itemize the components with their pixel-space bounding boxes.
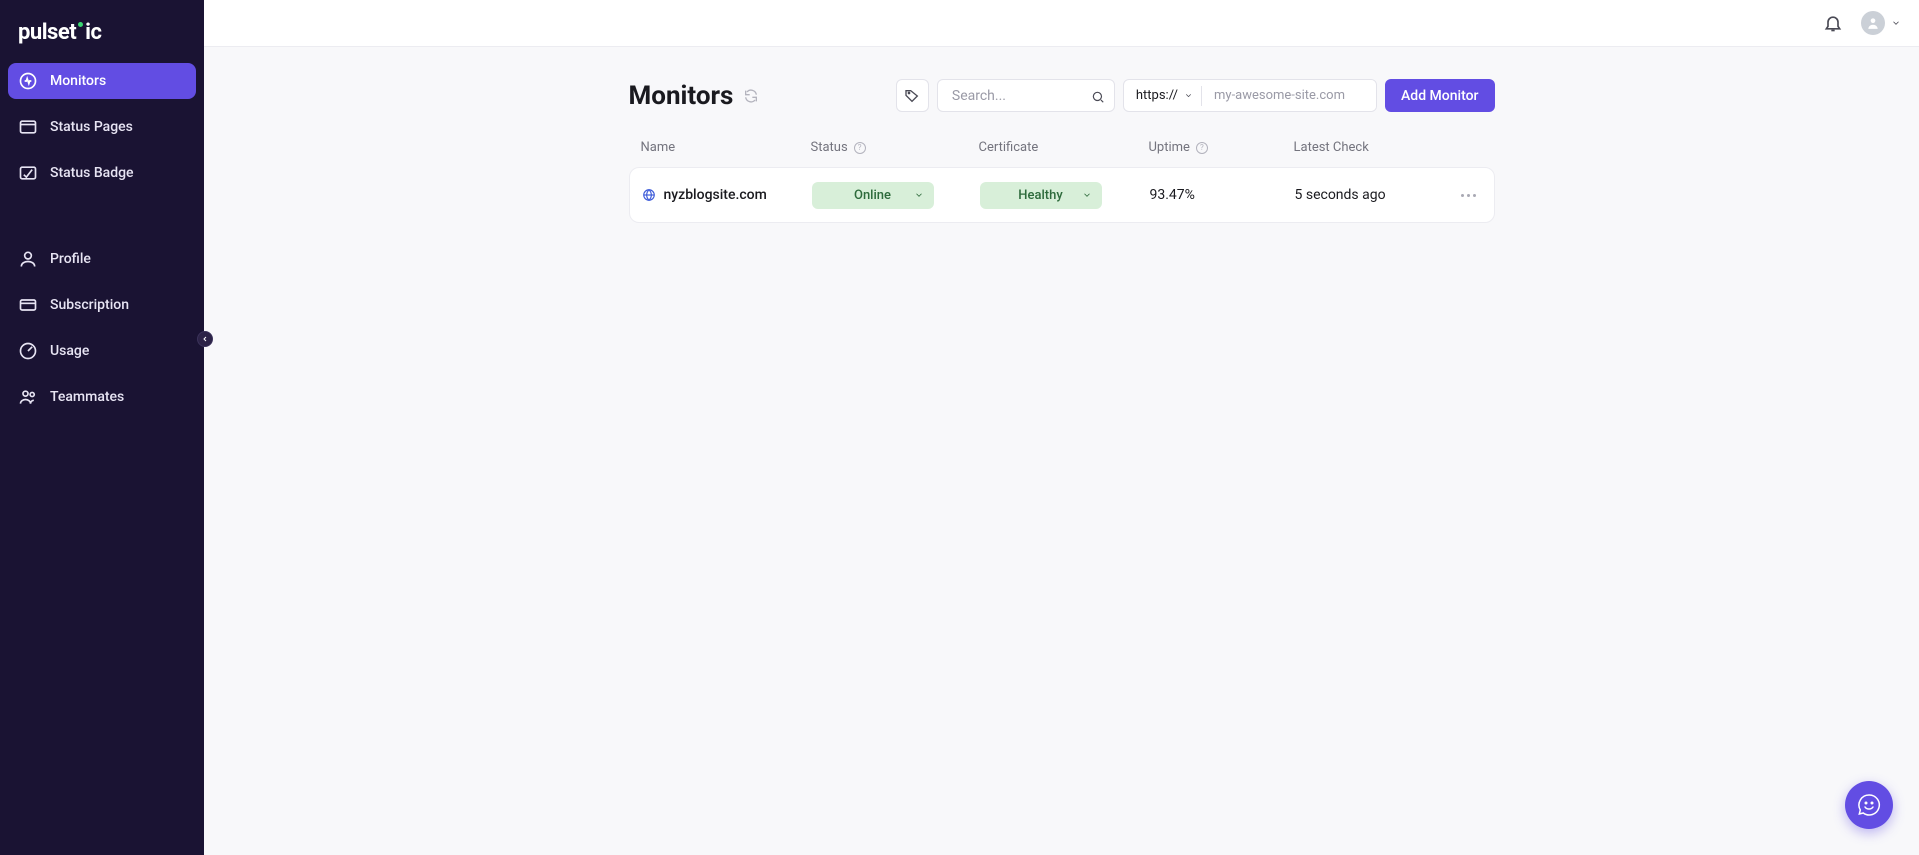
card-icon <box>18 295 38 315</box>
url-input[interactable] <box>1202 80 1376 111</box>
url-input-group: https:// <box>1123 79 1377 112</box>
logo-text: pulsetic <box>18 20 101 45</box>
certificate-cell: Healthy <box>980 182 1150 209</box>
status-badge[interactable]: Online <box>812 182 934 209</box>
tag-icon <box>904 88 920 104</box>
sidebar-item-usage[interactable]: Usage <box>8 333 196 369</box>
sidebar-item-label: Subscription <box>50 297 129 313</box>
user-menu[interactable] <box>1861 11 1901 35</box>
sidebar-item-label: Profile <box>50 251 91 267</box>
logo[interactable]: pulsetic <box>0 8 204 63</box>
sidebar-item-label: Status Pages <box>50 119 133 135</box>
column-name: Name <box>641 140 811 155</box>
sidebar-item-monitors[interactable]: Monitors <box>8 63 196 99</box>
nav-group-account: Profile Subscription Usage Teammates <box>0 241 204 425</box>
badge-icon <box>18 163 38 183</box>
monitor-icon <box>18 71 38 91</box>
more-icon <box>1425 194 1482 197</box>
protocol-select[interactable]: https:// <box>1124 86 1202 106</box>
chat-widget-button[interactable] <box>1845 781 1893 829</box>
container: Monitors https:// <box>629 79 1495 223</box>
nav-group-main: Monitors Status Pages Status Badge <box>0 63 204 201</box>
collapse-sidebar-button[interactable] <box>197 331 213 347</box>
row-actions[interactable] <box>1425 194 1482 197</box>
sidebar-item-label: Monitors <box>50 73 106 89</box>
help-icon[interactable]: ? <box>854 142 866 154</box>
add-monitor-button[interactable]: Add Monitor <box>1385 79 1494 112</box>
sidebar-item-teammates[interactable]: Teammates <box>8 379 196 415</box>
certificate-badge[interactable]: Healthy <box>980 182 1102 209</box>
column-uptime: Uptime ? <box>1149 140 1294 155</box>
sidebar-item-label: Teammates <box>50 389 124 405</box>
page-title: Monitors <box>629 81 734 111</box>
chat-smile-icon <box>1857 793 1881 817</box>
status-badge-label: Online <box>854 188 891 203</box>
topbar <box>204 0 1919 47</box>
user-icon <box>18 249 38 269</box>
notifications-bell-icon[interactable] <box>1823 13 1843 33</box>
monitor-name: nyzblogsite.com <box>664 187 767 203</box>
header-controls: https:// Add Monitor <box>896 79 1495 112</box>
chevron-down-icon <box>914 190 924 200</box>
sidebar-item-label: Status Badge <box>50 165 134 181</box>
tag-filter-button[interactable] <box>896 79 929 112</box>
chevron-down-icon <box>1891 18 1901 28</box>
table-header: Name Status ? Certificate Uptime ? Lates… <box>629 140 1495 155</box>
column-status: Status ? <box>811 140 979 155</box>
table-row[interactable]: nyzblogsite.com Online Healthy 93.47% 5 … <box>629 167 1495 223</box>
column-certificate: Certificate <box>979 140 1149 155</box>
search-input[interactable] <box>937 79 1115 112</box>
sidebar-item-label: Usage <box>50 343 89 359</box>
search-wrap <box>937 79 1115 112</box>
sidebar-item-status-badge[interactable]: Status Badge <box>8 155 196 191</box>
logo-dot-icon <box>78 22 83 27</box>
column-latest: Latest Check <box>1294 140 1424 155</box>
gauge-icon <box>18 341 38 361</box>
help-icon[interactable]: ? <box>1196 142 1208 154</box>
chevron-down-icon <box>1082 190 1092 200</box>
sidebar-item-profile[interactable]: Profile <box>8 241 196 277</box>
protocol-label: https:// <box>1136 88 1178 103</box>
window-icon <box>18 117 38 137</box>
sidebar-item-subscription[interactable]: Subscription <box>8 287 196 323</box>
column-uptime-label: Uptime <box>1149 140 1190 155</box>
latest-check-cell: 5 seconds ago <box>1295 187 1425 203</box>
uptime-cell: 93.47% <box>1150 187 1295 203</box>
column-status-label: Status <box>811 140 848 155</box>
users-icon <box>18 387 38 407</box>
refresh-icon[interactable] <box>743 88 759 104</box>
certificate-badge-label: Healthy <box>1018 188 1062 203</box>
globe-icon <box>642 188 656 202</box>
sidebar-item-status-pages[interactable]: Status Pages <box>8 109 196 145</box>
status-cell: Online <box>812 182 980 209</box>
avatar <box>1861 11 1885 35</box>
page-header: Monitors https:// <box>629 79 1495 112</box>
chevron-down-icon <box>1184 91 1193 100</box>
monitor-name-cell: nyzblogsite.com <box>642 187 812 203</box>
main: Monitors https:// <box>204 0 1919 855</box>
sidebar: pulsetic Monitors Status Pages Status Ba… <box>0 0 204 855</box>
